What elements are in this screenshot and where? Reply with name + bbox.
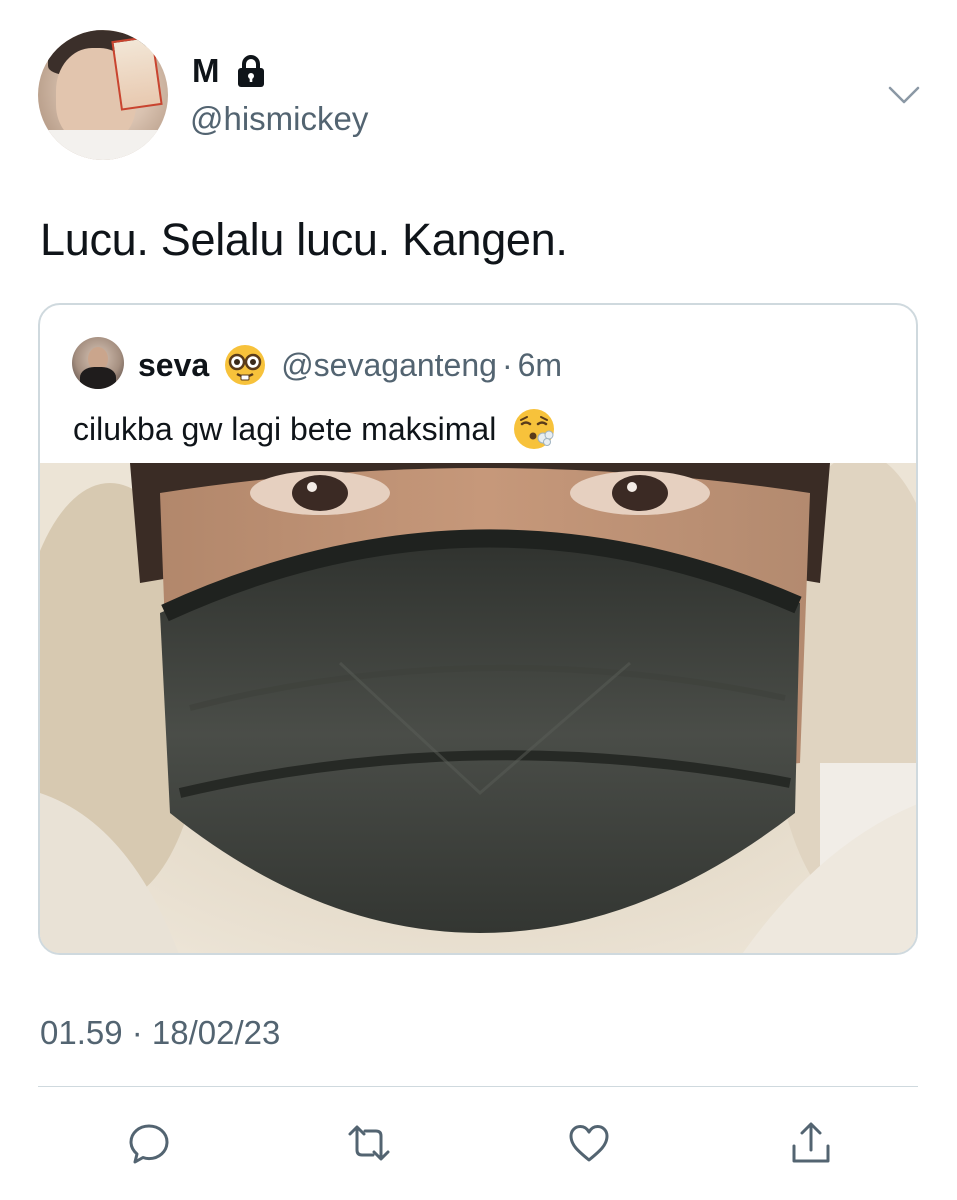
tweet-detail: M @hismickey Lucu. Selalu lucu. Kangen. … [0, 0, 957, 1200]
author-display-name[interactable]: M [192, 52, 266, 90]
author-avatar[interactable] [38, 30, 168, 160]
divider [38, 1086, 918, 1087]
reply-button[interactable] [124, 1118, 174, 1168]
share-icon [792, 1122, 830, 1163]
lock-icon [237, 55, 264, 87]
quoted-tweet-text: cilukba gw lagi bete maksimal [73, 410, 497, 447]
retweet-button[interactable] [344, 1118, 394, 1168]
chevron-down-icon[interactable] [888, 84, 920, 106]
like-button[interactable] [564, 1118, 614, 1168]
tweet-text: Lucu. Selalu lucu. Kangen. [40, 214, 568, 265]
retweet-icon [348, 1125, 390, 1161]
nerd-face-emoji-icon [225, 345, 266, 385]
quoted-tweet-photo[interactable] [40, 463, 916, 953]
separator-dot: · [501, 346, 513, 383]
quoted-author-name[interactable]: seva [138, 347, 209, 384]
author-handle[interactable]: @hismickey [190, 100, 368, 138]
quoted-tweet-text-row: cilukba gw lagi bete maksimal [73, 407, 556, 451]
author-name-text: M [192, 52, 220, 89]
tweet-timestamp[interactable]: 01.59 · 18/02/23 [40, 1014, 280, 1052]
selfie-image [40, 463, 916, 953]
quoted-tweet-card[interactable]: seva @sevaganteng · 6m cilukba gw lagi b… [38, 303, 918, 955]
share-button[interactable] [786, 1118, 836, 1168]
quoted-author-handle[interactable]: @sevaganteng [281, 347, 497, 384]
reply-icon [129, 1124, 169, 1164]
quoted-author-avatar[interactable] [72, 337, 124, 389]
heart-icon [569, 1125, 609, 1162]
face-exhaling-emoji-icon [514, 409, 555, 449]
quoted-tweet-header: seva @sevaganteng · 6m [138, 343, 562, 387]
quoted-tweet-time: 6m [517, 346, 563, 383]
